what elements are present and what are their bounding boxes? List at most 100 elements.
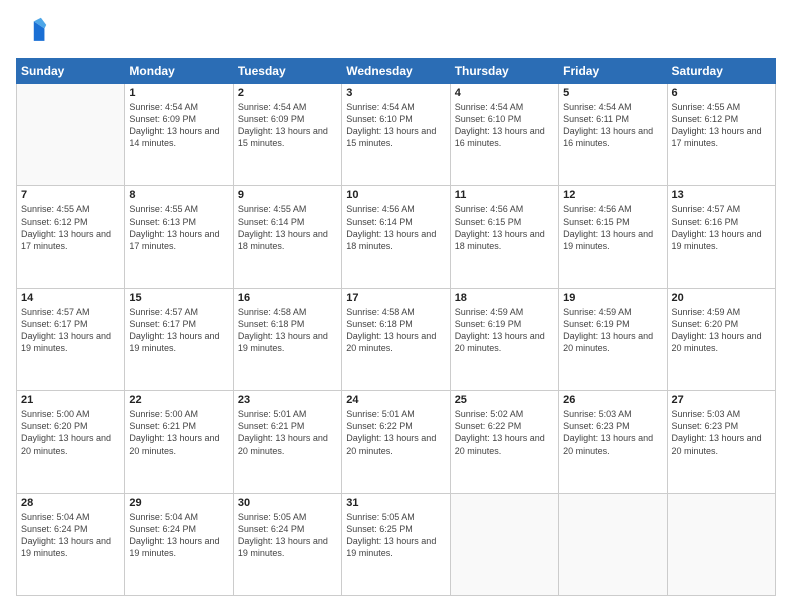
day-info: Sunrise: 5:00 AMSunset: 6:20 PMDaylight:…: [21, 408, 120, 457]
day-cell: 17 Sunrise: 4:58 AMSunset: 6:18 PMDayligh…: [342, 288, 450, 390]
header: [16, 16, 776, 48]
day-info: Sunrise: 4:59 AMSunset: 6:19 PMDaylight:…: [563, 306, 662, 355]
day-cell: 2Sunrise: 4:54 AMSunset: 6:09 PMDaylight…: [233, 84, 341, 186]
day-cell: 4 Sunrise: 4:54 AMSunset: 6:10 PMDaylight…: [450, 84, 558, 186]
day-number: 21: [21, 394, 120, 406]
day-number: 20: [672, 292, 771, 304]
day-info: Sunrise: 4:54 AMSunset: 6:10 PMDaylight:…: [346, 101, 445, 150]
day-number: 27: [672, 394, 771, 406]
day-number: 11: [455, 189, 554, 201]
day-cell: 30Sunrise: 5:05 AMSunset: 6:24 PMDayligh…: [233, 493, 341, 595]
day-cell: 29 Sunrise: 5:04 AMSunset: 6:24 PMDayligh…: [125, 493, 233, 595]
day-cell: [667, 493, 775, 595]
day-cell: 25 Sunrise: 5:02 AMSunset: 6:22 PMDayligh…: [450, 391, 558, 493]
day-number: 8: [129, 189, 228, 201]
day-info: Sunrise: 4:55 AMSunset: 6:12 PMDaylight:…: [672, 101, 771, 150]
weekday-header-row: SundayMondayTuesdayWednesdayThursdayFrid…: [17, 59, 776, 84]
day-cell: 22 Sunrise: 5:00 AMSunset: 6:21 PMDayligh…: [125, 391, 233, 493]
day-info: Sunrise: 4:59 AMSunset: 6:19 PMDaylight:…: [455, 306, 554, 355]
day-cell: 28Sunrise: 5:04 AMSunset: 6:24 PMDayligh…: [17, 493, 125, 595]
week-row-2: 7 Sunrise: 4:55 AMSunset: 6:12 PMDaylight…: [17, 186, 776, 288]
day-info: Sunrise: 4:54 AMSunset: 6:09 PMDaylight:…: [238, 101, 337, 150]
day-number: 31: [346, 497, 445, 509]
day-info: Sunrise: 4:57 AMSunset: 6:17 PMDaylight:…: [129, 306, 228, 355]
day-number: 28: [21, 497, 120, 509]
day-cell: 5 Sunrise: 4:54 AMSunset: 6:11 PMDaylight…: [559, 84, 667, 186]
day-info: Sunrise: 4:54 AMSunset: 6:09 PMDaylight:…: [129, 101, 228, 150]
day-number: 17: [346, 292, 445, 304]
day-cell: 20Sunrise: 4:59 AMSunset: 6:20 PMDayligh…: [667, 288, 775, 390]
day-info: Sunrise: 5:04 AMSunset: 6:24 PMDaylight:…: [129, 511, 228, 560]
day-info: Sunrise: 5:03 AMSunset: 6:23 PMDaylight:…: [563, 408, 662, 457]
day-cell: 3Sunrise: 4:54 AMSunset: 6:10 PMDaylight…: [342, 84, 450, 186]
day-number: 15: [129, 292, 228, 304]
weekday-header-wednesday: Wednesday: [342, 59, 450, 84]
day-cell: 31 Sunrise: 5:05 AMSunset: 6:25 PMDayligh…: [342, 493, 450, 595]
day-info: Sunrise: 4:57 AMSunset: 6:16 PMDaylight:…: [672, 203, 771, 252]
day-number: 23: [238, 394, 337, 406]
day-info: Sunrise: 5:02 AMSunset: 6:22 PMDaylight:…: [455, 408, 554, 457]
day-number: 12: [563, 189, 662, 201]
day-info: Sunrise: 4:58 AMSunset: 6:18 PMDaylight:…: [238, 306, 337, 355]
day-number: 26: [563, 394, 662, 406]
page: SundayMondayTuesdayWednesdayThursdayFrid…: [0, 0, 792, 612]
day-cell: 18 Sunrise: 4:59 AMSunset: 6:19 PMDayligh…: [450, 288, 558, 390]
day-cell: 21 Sunrise: 5:00 AMSunset: 6:20 PMDayligh…: [17, 391, 125, 493]
day-cell: 15 Sunrise: 4:57 AMSunset: 6:17 PMDayligh…: [125, 288, 233, 390]
day-cell: 11 Sunrise: 4:56 AMSunset: 6:15 PMDayligh…: [450, 186, 558, 288]
day-info: Sunrise: 4:56 AMSunset: 6:15 PMDaylight:…: [455, 203, 554, 252]
day-number: 18: [455, 292, 554, 304]
day-info: Sunrise: 4:56 AMSunset: 6:14 PMDaylight:…: [346, 203, 445, 252]
day-number: 16: [238, 292, 337, 304]
day-cell: 16 Sunrise: 4:58 AMSunset: 6:18 PMDayligh…: [233, 288, 341, 390]
day-number: 10: [346, 189, 445, 201]
day-info: Sunrise: 5:03 AMSunset: 6:23 PMDaylight:…: [672, 408, 771, 457]
logo: [16, 16, 52, 48]
day-info: Sunrise: 4:54 AMSunset: 6:10 PMDaylight:…: [455, 101, 554, 150]
day-info: Sunrise: 4:55 AMSunset: 6:13 PMDaylight:…: [129, 203, 228, 252]
day-number: 29: [129, 497, 228, 509]
day-cell: 23 Sunrise: 5:01 AMSunset: 6:21 PMDayligh…: [233, 391, 341, 493]
day-cell: [450, 493, 558, 595]
weekday-header-thursday: Thursday: [450, 59, 558, 84]
week-row-5: 28 Sunrise: 5:04 AMSunset: 6:24 PMDayligh…: [17, 493, 776, 595]
day-info: Sunrise: 5:05 AMSunset: 6:24 PMDaylight:…: [238, 511, 337, 560]
day-number: 6: [672, 87, 771, 99]
day-number: 24: [346, 394, 445, 406]
day-cell: 9Sunrise: 4:55 AMSunset: 6:14 PMDaylight…: [233, 186, 341, 288]
day-cell: 10 Sunrise: 4:56 AMSunset: 6:14 PMDayligh…: [342, 186, 450, 288]
day-info: Sunrise: 5:01 AMSunset: 6:21 PMDaylight:…: [238, 408, 337, 457]
day-info: Sunrise: 4:54 AMSunset: 6:11 PMDaylight:…: [563, 101, 662, 150]
day-info: Sunrise: 4:58 AMSunset: 6:18 PMDaylight:…: [346, 306, 445, 355]
day-cell: 26 Sunrise: 5:03 AMSunset: 6:23 PMDayligh…: [559, 391, 667, 493]
day-number: 4: [455, 87, 554, 99]
day-cell: 13 Sunrise: 4:57 AMSunset: 6:16 PMDayligh…: [667, 186, 775, 288]
day-cell: [559, 493, 667, 595]
day-info: Sunrise: 4:57 AMSunset: 6:17 PMDaylight:…: [21, 306, 120, 355]
day-cell: 1 Sunrise: 4:54 AMSunset: 6:09 PMDaylight…: [125, 84, 233, 186]
weekday-header-sunday: Sunday: [17, 59, 125, 84]
day-number: 5: [563, 87, 662, 99]
day-info: Sunrise: 5:00 AMSunset: 6:21 PMDaylight:…: [129, 408, 228, 457]
day-number: 22: [129, 394, 228, 406]
day-info: Sunrise: 4:55 AMSunset: 6:12 PMDaylight:…: [21, 203, 120, 252]
day-number: 25: [455, 394, 554, 406]
day-cell: 19 Sunrise: 4:59 AMSunset: 6:19 PMDayligh…: [559, 288, 667, 390]
week-row-3: 14Sunrise: 4:57 AMSunset: 6:17 PMDayligh…: [17, 288, 776, 390]
day-cell: 6 Sunrise: 4:55 AMSunset: 6:12 PMDaylight…: [667, 84, 775, 186]
day-cell: 7 Sunrise: 4:55 AMSunset: 6:12 PMDaylight…: [17, 186, 125, 288]
day-cell: 27 Sunrise: 5:03 AMSunset: 6:23 PMDayligh…: [667, 391, 775, 493]
weekday-header-saturday: Saturday: [667, 59, 775, 84]
day-info: Sunrise: 4:56 AMSunset: 6:15 PMDaylight:…: [563, 203, 662, 252]
week-row-4: 21 Sunrise: 5:00 AMSunset: 6:20 PMDayligh…: [17, 391, 776, 493]
day-cell: 12 Sunrise: 4:56 AMSunset: 6:15 PMDayligh…: [559, 186, 667, 288]
week-row-1: 1 Sunrise: 4:54 AMSunset: 6:09 PMDaylight…: [17, 84, 776, 186]
day-number: 7: [21, 189, 120, 201]
day-number: 13: [672, 189, 771, 201]
day-number: 9: [238, 189, 337, 201]
day-number: 1: [129, 87, 228, 99]
calendar: SundayMondayTuesdayWednesdayThursdayFrid…: [16, 58, 776, 596]
weekday-header-friday: Friday: [559, 59, 667, 84]
day-info: Sunrise: 5:05 AMSunset: 6:25 PMDaylight:…: [346, 511, 445, 560]
day-number: 19: [563, 292, 662, 304]
